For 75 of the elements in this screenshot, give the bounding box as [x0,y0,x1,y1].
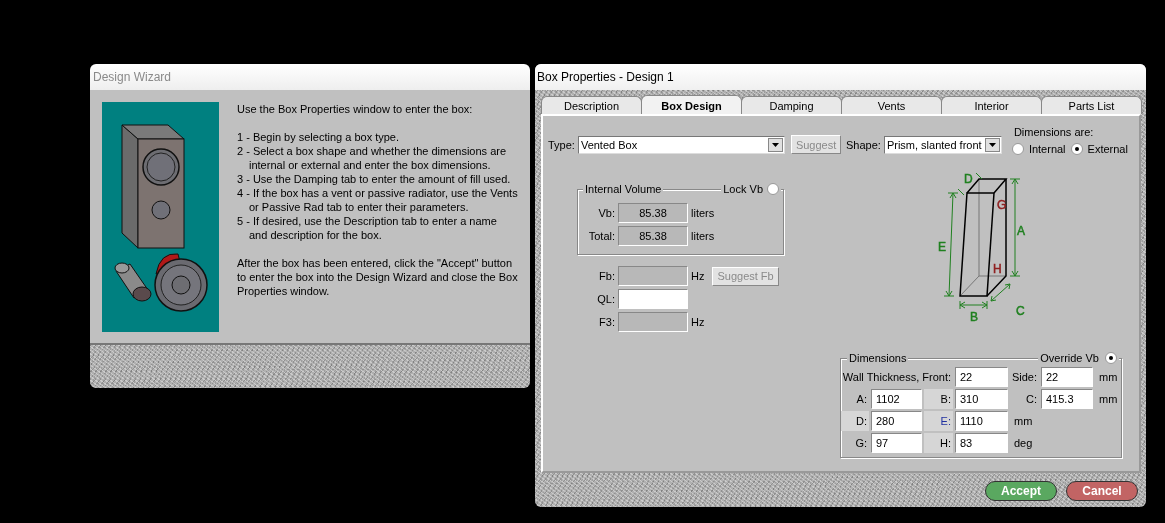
unit-label: Hz [691,316,705,328]
unit-label: mm [1098,393,1119,405]
tab[interactable]: Box Design [641,95,742,115]
unit-label: liters [691,230,716,242]
unit-label: mm [1013,415,1034,427]
type-label: Type: [548,138,575,151]
input-field[interactable]: 22 [1041,367,1093,387]
field-label: C: [1025,392,1038,407]
input-field[interactable]: 310 [955,389,1008,409]
unit-label: deg [1013,437,1034,449]
radio-label: Internal [1028,143,1066,155]
readout-field: 85.38 [618,203,688,223]
window-title: Design Wizard [93,70,172,84]
input-field[interactable]: 22 [955,367,1008,387]
dimension-letter: C [1016,304,1025,318]
field-label: Fb: [598,270,615,282]
instruction-step: 1 - Begin by selecting a box type. [237,130,518,144]
instruction-step: 5 - If desired, use the Description tab to enter a name and description for the box. [237,214,518,242]
instruction-step: 4 - If the box has a vent or passive radiator, use the Vents or Passive Rad tab to enter their parameters. [237,186,518,214]
radio-button[interactable] [1105,352,1117,364]
input-field[interactable]: 83 [955,433,1008,453]
input-field[interactable]: 415.3 [1041,389,1093,409]
field-label: QL: [596,293,615,305]
field-label: Wall Thickness, Front: [841,370,952,385]
instruction-intro: Use the Box Properties window to enter the box: [237,102,474,116]
field-label: H: [924,433,953,453]
field-label: A: [855,392,868,407]
radio-button[interactable] [767,183,779,195]
unit-label: Hz [691,270,705,282]
field-label: G: [854,436,868,451]
radio-button[interactable] [1011,143,1024,155]
radio-label: External [1087,143,1128,155]
field-label: F3: [598,316,615,328]
tab[interactable]: Vents [841,96,942,114]
input-field[interactable] [618,289,688,309]
input-field[interactable]: 280 [871,411,922,431]
dimension-letter: A [1017,224,1025,238]
tab[interactable]: Interior [941,96,1042,114]
dimension-letter: E [938,240,946,254]
dimension-letter: H [993,262,1002,276]
vent-tube-drawing [114,262,152,302]
field-label: D: [841,411,869,431]
instruction-step: 2 - Select a box shape and whether the dimensions are internal or external and enter the box dimensions. [237,144,518,172]
unit-label: liters [691,207,716,219]
window-title: Box Properties - Design 1 [537,70,674,84]
group-title: Dimensions [847,352,909,364]
field-label: Total: [587,230,615,242]
override-vb-label: Override Vb [1040,352,1099,364]
shape-label: Shape: [846,139,881,151]
group-title: Internal Volume [583,183,664,195]
radio-button[interactable] [1070,143,1083,155]
dimension-letter: B [970,310,978,324]
dimensions-are-label: Dimensions are: [1013,126,1095,138]
input-field[interactable]: 1102 [871,389,922,409]
field-label: Side: [1010,370,1038,385]
type-dropdown[interactable]: Vented Box [577,135,785,154]
field-label: B: [924,389,953,409]
readout-field: 85.38 [618,226,688,246]
dimension-letter: D [964,172,973,186]
tab[interactable]: Damping [741,96,842,114]
field-label: E: [924,411,953,431]
caret-icon [771,142,779,147]
tab[interactable]: Description [541,96,642,114]
shape-dropdown[interactable]: Prism, slanted front [883,136,1002,154]
input-field[interactable]: 97 [871,433,922,453]
caret-icon [988,143,996,147]
instruction-closing: After the box has been entered, click the "Accept" button to enter the box into the Design Wizard and close the Box Properties window. [237,256,518,298]
input-field[interactable]: 1110 [955,411,1008,431]
instruction-step: 3 - Use the Damping tab to enter the amount of fill used. [237,172,518,186]
unit-label: mm [1098,371,1119,383]
lock-vb-label: Lock Vb [723,183,763,195]
tab[interactable]: Parts List [1041,96,1142,114]
cancel-button[interactable]: Cancel [1066,481,1138,501]
woofer-drawing [154,253,208,312]
field-label: Vb: [597,207,615,219]
